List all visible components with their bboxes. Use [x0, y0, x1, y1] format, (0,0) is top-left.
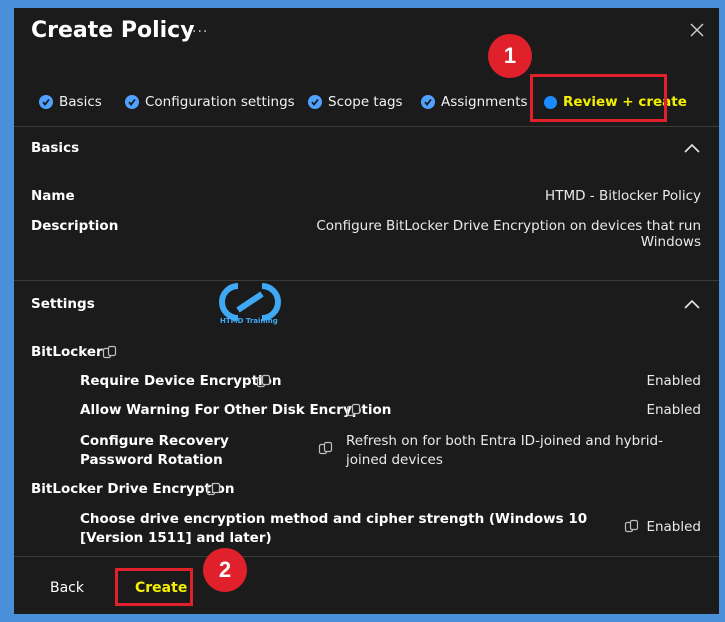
setting-name: Allow Warning For Other Disk Encryption: [80, 402, 392, 418]
description-value: Configure BitLocker Drive Encryption on …: [316, 218, 701, 250]
chevron-up-icon[interactable]: [683, 142, 701, 154]
tab-basics[interactable]: Basics: [39, 88, 102, 116]
info-icon[interactable]: [346, 403, 361, 418]
info-icon[interactable]: [256, 374, 271, 389]
basics-heading: Basics: [31, 140, 80, 156]
close-icon[interactable]: [689, 22, 705, 38]
setting-value: Enabled: [646, 519, 701, 535]
group-heading-bitlocker-drive-encryption: BitLocker Drive Encryption: [31, 481, 235, 497]
chevron-up-icon[interactable]: [683, 298, 701, 310]
tab-assignments[interactable]: Assignments: [421, 88, 528, 116]
tab-label: Scope tags: [328, 94, 403, 110]
tab-label: Configuration settings: [145, 94, 295, 110]
check-icon: [39, 95, 53, 109]
page-title: Create Policy: [31, 18, 195, 43]
info-icon[interactable]: [206, 482, 221, 497]
tab-configuration-settings[interactable]: Configuration settings: [125, 88, 295, 116]
description-label: Description: [31, 218, 119, 234]
setting-name: Choose drive encryption method and ciphe…: [80, 511, 588, 546]
check-icon: [421, 95, 435, 109]
settings-heading: Settings: [31, 296, 95, 312]
setting-name: Require Device Encryption: [80, 373, 282, 389]
watermark-text: HTMD Training: [220, 317, 278, 325]
more-options-button[interactable]: ···: [192, 24, 208, 40]
tab-label: Basics: [59, 94, 102, 110]
setting-value: Enabled: [646, 402, 701, 418]
check-icon: [308, 95, 322, 109]
name-label: Name: [31, 188, 75, 204]
setting-name: Configure Recovery Password Rotation: [80, 433, 229, 468]
setting-value: Refresh on for both Entra ID-joined and …: [346, 433, 663, 468]
divider: [14, 280, 719, 281]
info-icon[interactable]: [102, 345, 117, 360]
info-icon[interactable]: [624, 519, 639, 534]
check-icon: [125, 95, 139, 109]
divider: [14, 126, 719, 127]
annotation-marker-2: 2: [203, 548, 247, 592]
tab-scope-tags[interactable]: Scope tags: [308, 88, 403, 116]
create-policy-panel: Create Policy ··· 1 Basics Configuration…: [14, 8, 719, 614]
divider: [14, 556, 719, 557]
create-button-highlight: [115, 568, 193, 606]
review-tab-highlight: [530, 74, 667, 122]
tab-label: Assignments: [441, 94, 528, 110]
setting-value: Enabled: [646, 373, 701, 389]
name-value: HTMD - Bitlocker Policy: [545, 188, 701, 204]
annotation-marker-1: 1: [488, 34, 532, 78]
back-button[interactable]: Back: [50, 580, 84, 596]
group-heading-bitlocker: BitLocker: [31, 344, 103, 360]
info-icon[interactable]: [318, 441, 333, 456]
